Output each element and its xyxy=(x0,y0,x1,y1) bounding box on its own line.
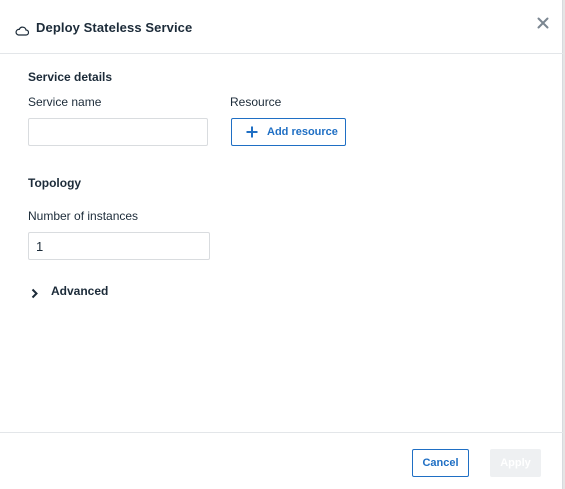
plus-icon xyxy=(246,126,258,138)
cloud-icon xyxy=(15,23,30,36)
advanced-toggle[interactable]: Advanced xyxy=(30,282,108,300)
service-name-input[interactable] xyxy=(28,118,208,146)
dialog-header: Deploy Stateless Service xyxy=(0,0,563,54)
add-resource-button[interactable]: Add resource xyxy=(231,118,346,146)
resource-label: Resource xyxy=(230,95,282,109)
dialog-footer: Cancel Apply xyxy=(0,432,563,489)
apply-button[interactable]: Apply xyxy=(490,449,541,477)
cancel-button[interactable]: Cancel xyxy=(412,449,469,477)
deploy-dialog: Deploy Stateless Service Service details… xyxy=(0,0,563,489)
instances-input[interactable] xyxy=(28,232,210,260)
advanced-label: Advanced xyxy=(51,284,109,298)
topology-heading: Topology xyxy=(28,176,82,190)
close-icon[interactable] xyxy=(536,16,550,30)
dialog-title: Deploy Stateless Service xyxy=(36,20,193,35)
add-resource-label: Add resource xyxy=(267,126,338,138)
service-name-label: Service name xyxy=(28,95,102,109)
service-details-heading: Service details xyxy=(28,70,113,84)
chevron-right-icon xyxy=(30,286,39,298)
instances-label: Number of instances xyxy=(28,209,139,223)
